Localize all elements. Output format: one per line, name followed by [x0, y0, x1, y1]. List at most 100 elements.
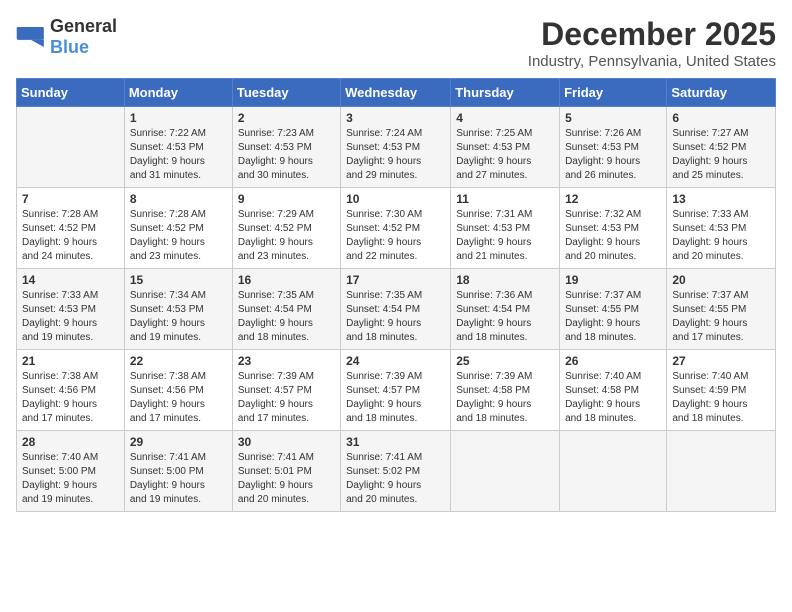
day-number: 13: [672, 192, 770, 206]
calendar-cell: 21 Sunrise: 7:38 AMSunset: 4:56 PMDayligh…: [17, 350, 125, 431]
calendar-cell: 20 Sunrise: 7:37 AMSunset: 4:55 PMDayligh…: [667, 269, 776, 350]
calendar-cell: 3 Sunrise: 7:24 AMSunset: 4:53 PMDaylight…: [341, 107, 451, 188]
weekday-header-thursday: Thursday: [451, 79, 560, 107]
weekday-header-wednesday: Wednesday: [341, 79, 451, 107]
week-row-5: 28 Sunrise: 7:40 AMSunset: 5:00 PMDayligh…: [17, 431, 776, 512]
calendar-cell: 25 Sunrise: 7:39 AMSunset: 4:58 PMDayligh…: [451, 350, 560, 431]
calendar-cell: 19 Sunrise: 7:37 AMSunset: 4:55 PMDayligh…: [560, 269, 667, 350]
calendar-cell: [451, 431, 560, 512]
day-info: Sunrise: 7:41 AMSunset: 5:02 PMDaylight:…: [346, 451, 445, 507]
day-number: 2: [238, 111, 335, 125]
calendar-cell: 24 Sunrise: 7:39 AMSunset: 4:57 PMDayligh…: [341, 350, 451, 431]
location-title: Industry, Pennsylvania, United States: [528, 53, 776, 70]
calendar-cell: 1 Sunrise: 7:22 AMSunset: 4:53 PMDaylight…: [124, 107, 232, 188]
day-info: Sunrise: 7:29 AMSunset: 4:52 PMDaylight:…: [238, 208, 335, 264]
day-info: Sunrise: 7:27 AMSunset: 4:52 PMDaylight:…: [672, 127, 770, 183]
day-info: Sunrise: 7:40 AMSunset: 4:59 PMDaylight:…: [672, 370, 770, 426]
calendar-cell: 7Sunrise: 7:28 AMSunset: 4:52 PMDaylight…: [17, 188, 125, 269]
day-info: Sunrise: 7:37 AMSunset: 4:55 PMDaylight:…: [565, 289, 661, 345]
day-number: 15: [130, 273, 227, 287]
calendar-cell: [17, 107, 125, 188]
day-number: 21: [22, 354, 119, 368]
weekday-header-saturday: Saturday: [667, 79, 776, 107]
day-info: Sunrise: 7:33 AMSunset: 4:53 PMDaylight:…: [672, 208, 770, 264]
day-number: 6: [672, 111, 770, 125]
day-info: Sunrise: 7:34 AMSunset: 4:53 PMDaylight:…: [130, 289, 227, 345]
calendar-cell: 12Sunrise: 7:32 AMSunset: 4:53 PMDayligh…: [560, 188, 667, 269]
calendar-cell: 26 Sunrise: 7:40 AMSunset: 4:58 PMDayligh…: [560, 350, 667, 431]
day-info: Sunrise: 7:38 AMSunset: 4:56 PMDaylight:…: [22, 370, 119, 426]
day-number: 5: [565, 111, 661, 125]
day-number: 17: [346, 273, 445, 287]
weekday-header-friday: Friday: [560, 79, 667, 107]
day-number: 3: [346, 111, 445, 125]
calendar-cell: 30Sunrise: 7:41 AMSunset: 5:01 PMDayligh…: [232, 431, 340, 512]
day-info: Sunrise: 7:39 AMSunset: 4:57 PMDaylight:…: [346, 370, 445, 426]
day-number: 28: [22, 435, 119, 449]
day-info: Sunrise: 7:39 AMSunset: 4:57 PMDaylight:…: [238, 370, 335, 426]
day-info: Sunrise: 7:36 AMSunset: 4:54 PMDaylight:…: [456, 289, 554, 345]
day-info: Sunrise: 7:39 AMSunset: 4:58 PMDaylight:…: [456, 370, 554, 426]
day-number: 29: [130, 435, 227, 449]
calendar-cell: 14 Sunrise: 7:33 AMSunset: 4:53 PMDayligh…: [17, 269, 125, 350]
day-info: Sunrise: 7:35 AMSunset: 4:54 PMDaylight:…: [346, 289, 445, 345]
day-info: Sunrise: 7:35 AMSunset: 4:54 PMDaylight:…: [238, 289, 335, 345]
week-row-2: 7Sunrise: 7:28 AMSunset: 4:52 PMDaylight…: [17, 188, 776, 269]
day-number: 8: [130, 192, 227, 206]
calendar-cell: 5Sunrise: 7:26 AMSunset: 4:53 PMDaylight…: [560, 107, 667, 188]
day-number: 19: [565, 273, 661, 287]
calendar-cell: 4Sunrise: 7:25 AMSunset: 4:53 PMDaylight…: [451, 107, 560, 188]
weekday-header-sunday: Sunday: [17, 79, 125, 107]
day-number: 14: [22, 273, 119, 287]
day-number: 25: [456, 354, 554, 368]
week-row-3: 14 Sunrise: 7:33 AMSunset: 4:53 PMDayligh…: [17, 269, 776, 350]
day-number: 23: [238, 354, 335, 368]
calendar-table: SundayMondayTuesdayWednesdayThursdayFrid…: [16, 78, 776, 512]
day-number: 1: [130, 111, 227, 125]
calendar-cell: [560, 431, 667, 512]
calendar-cell: 2 Sunrise: 7:23 AMSunset: 4:53 PMDaylight…: [232, 107, 340, 188]
week-row-1: 1 Sunrise: 7:22 AMSunset: 4:53 PMDaylight…: [17, 107, 776, 188]
day-info: Sunrise: 7:25 AMSunset: 4:53 PMDaylight:…: [456, 127, 554, 183]
calendar-cell: 8 Sunrise: 7:28 AMSunset: 4:52 PMDaylight…: [124, 188, 232, 269]
day-info: Sunrise: 7:41 AMSunset: 5:00 PMDaylight:…: [130, 451, 227, 507]
logo-text: General Blue: [50, 16, 117, 58]
weekday-header-monday: Monday: [124, 79, 232, 107]
day-info: Sunrise: 7:37 AMSunset: 4:55 PMDaylight:…: [672, 289, 770, 345]
day-number: 10: [346, 192, 445, 206]
weekday-header-tuesday: Tuesday: [232, 79, 340, 107]
month-title: December 2025: [528, 16, 776, 53]
day-number: 22: [130, 354, 227, 368]
day-number: 9: [238, 192, 335, 206]
logo: General Blue: [16, 16, 117, 58]
day-number: 12: [565, 192, 661, 206]
logo-general: General: [50, 16, 117, 36]
weekday-header-row: SundayMondayTuesdayWednesdayThursdayFrid…: [17, 79, 776, 107]
week-row-4: 21 Sunrise: 7:38 AMSunset: 4:56 PMDayligh…: [17, 350, 776, 431]
day-info: Sunrise: 7:33 AMSunset: 4:53 PMDaylight:…: [22, 289, 119, 345]
calendar-cell: 29 Sunrise: 7:41 AMSunset: 5:00 PMDayligh…: [124, 431, 232, 512]
calendar-cell: 6 Sunrise: 7:27 AMSunset: 4:52 PMDaylight…: [667, 107, 776, 188]
day-number: 18: [456, 273, 554, 287]
calendar-cell: 31Sunrise: 7:41 AMSunset: 5:02 PMDayligh…: [341, 431, 451, 512]
day-number: 11: [456, 192, 554, 206]
day-info: Sunrise: 7:23 AMSunset: 4:53 PMDaylight:…: [238, 127, 335, 183]
day-info: Sunrise: 7:40 AMSunset: 4:58 PMDaylight:…: [565, 370, 661, 426]
calendar-cell: 16Sunrise: 7:35 AMSunset: 4:54 PMDayligh…: [232, 269, 340, 350]
calendar-cell: 10 Sunrise: 7:30 AMSunset: 4:52 PMDayligh…: [341, 188, 451, 269]
day-info: Sunrise: 7:30 AMSunset: 4:52 PMDaylight:…: [346, 208, 445, 264]
day-number: 26: [565, 354, 661, 368]
calendar-cell: 28 Sunrise: 7:40 AMSunset: 5:00 PMDayligh…: [17, 431, 125, 512]
day-number: 24: [346, 354, 445, 368]
logo-icon: [16, 27, 46, 47]
page-header: General Blue December 2025 Industry, Pen…: [16, 16, 776, 70]
day-info: Sunrise: 7:24 AMSunset: 4:53 PMDaylight:…: [346, 127, 445, 183]
day-info: Sunrise: 7:22 AMSunset: 4:53 PMDaylight:…: [130, 127, 227, 183]
day-info: Sunrise: 7:40 AMSunset: 5:00 PMDaylight:…: [22, 451, 119, 507]
day-info: Sunrise: 7:31 AMSunset: 4:53 PMDaylight:…: [456, 208, 554, 264]
day-info: Sunrise: 7:28 AMSunset: 4:52 PMDaylight:…: [130, 208, 227, 264]
day-info: Sunrise: 7:38 AMSunset: 4:56 PMDaylight:…: [130, 370, 227, 426]
day-number: 20: [672, 273, 770, 287]
logo-blue: Blue: [50, 37, 89, 57]
calendar-cell: 13 Sunrise: 7:33 AMSunset: 4:53 PMDayligh…: [667, 188, 776, 269]
